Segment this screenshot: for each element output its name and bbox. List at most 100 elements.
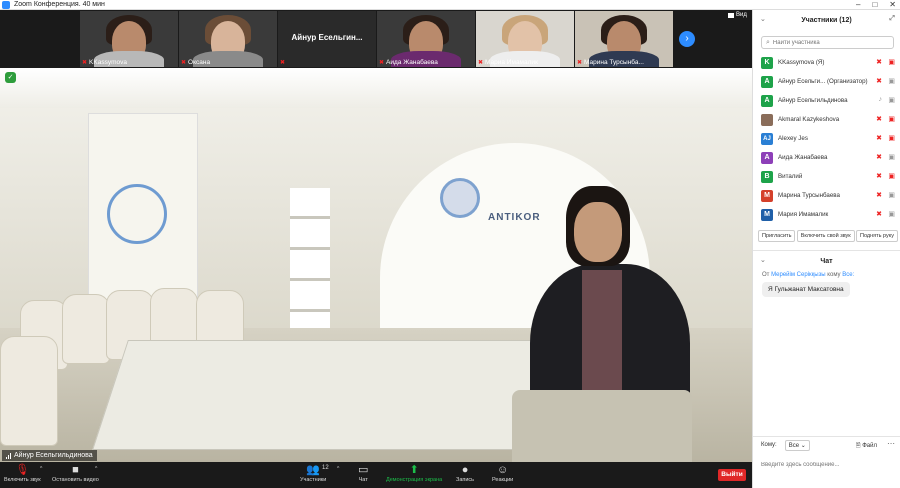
participant-search-input[interactable]	[772, 39, 883, 46]
mic-off-icon: 🎙	[15, 464, 30, 476]
file-label: Файл	[862, 443, 877, 449]
chat-button[interactable]: ▭ Чат	[358, 464, 368, 483]
participant-actions: Пригласить Включить свой звук Поднять ру…	[753, 230, 900, 242]
mic-off-icon[interactable]: ✖	[876, 115, 882, 123]
view-button[interactable]: Вид	[728, 12, 747, 18]
unmute-me-button[interactable]: Включить свой звук	[796, 230, 855, 242]
participants-caret-icon[interactable]: ^	[337, 466, 339, 472]
camera-on-icon[interactable]: ▣	[888, 153, 895, 161]
participant-row[interactable]: М Марина Турсынбаева ✖ ▣	[753, 186, 900, 205]
mic-on-icon[interactable]: ♪	[879, 96, 883, 103]
participants-count: 12	[322, 465, 329, 471]
unmute-button[interactable]: 🎙 Включить звук	[4, 464, 41, 483]
mic-off-icon: ✖	[82, 60, 88, 66]
mic-off-icon[interactable]: ✖	[876, 210, 882, 218]
recipient-select[interactable]: Все ⌄	[784, 439, 810, 451]
next-page-arrow-icon[interactable]: ›	[679, 31, 695, 47]
participant-row[interactable]: K KKassymova (Я) ✖ ▣	[753, 53, 900, 72]
window-title: Zoom Конференция. 40 мин	[14, 0, 105, 8]
camera-on-icon[interactable]: ▣	[888, 77, 895, 85]
mic-off-icon: ✖	[379, 60, 385, 66]
avatar: А	[761, 151, 773, 164]
participant-row[interactable]: А Аида Жанабаева ✖ ▣	[753, 148, 900, 167]
share-screen-icon: ⬆	[409, 464, 419, 476]
video-label: Остановить видео	[52, 477, 99, 483]
participant-thumbnail[interactable]: ✖ Мариа Имамалик	[476, 11, 574, 67]
mic-off-icon[interactable]: ✖	[876, 172, 882, 180]
participant-name: Айнур Есельги... (Организатор)	[778, 78, 868, 85]
more-icon[interactable]: ⋯	[887, 439, 895, 448]
video-options-caret-icon[interactable]: ^	[95, 466, 97, 472]
chat-to-prefix: кому	[827, 272, 841, 278]
audio-options-caret-icon[interactable]: ^	[40, 466, 42, 472]
avatar: М	[761, 189, 773, 202]
reactions-button[interactable]: ☺ Реакции	[492, 464, 513, 483]
reactions-label: Реакции	[492, 477, 514, 483]
thumbnail-name: ✖ Мариа Имамалик	[478, 59, 538, 66]
popout-icon[interactable]: ⤢	[889, 15, 895, 23]
active-speaker-label: Айнур Есельгильдинова	[2, 450, 97, 461]
camera-on-icon[interactable]: ▣	[888, 210, 895, 218]
view-label: Вид	[736, 12, 747, 18]
participant-row[interactable]: A Айнур Есельги... (Организатор) ✖ ▣	[753, 72, 900, 91]
participant-thumbnail[interactable]: ✖ Марина Турсынба...	[575, 11, 673, 67]
participant-search[interactable]: ⌕	[761, 36, 894, 49]
camera-off-icon[interactable]: ▣	[888, 115, 895, 123]
camera-on-icon[interactable]: ▣	[888, 96, 895, 104]
encryption-shield-icon[interactable]: ✓	[5, 72, 16, 83]
invite-button[interactable]: Пригласить	[758, 230, 796, 242]
chat-message: Я Гульжанат Максатовна	[762, 282, 850, 297]
record-button[interactable]: ● Запись	[456, 464, 474, 483]
to-label: Кому:	[761, 442, 777, 448]
share-screen-button[interactable]: ⬆ Демонстрация экрана	[386, 464, 442, 483]
camera-off-icon[interactable]: ▣	[888, 172, 895, 180]
chat-message-input[interactable]	[761, 462, 891, 468]
avatar: AJ	[761, 132, 773, 145]
chat-sender[interactable]: Мерейім Серікқызы	[771, 272, 826, 278]
thumbnail-display-name: Айнур Есельгин...	[291, 33, 363, 42]
participant-thumbnail[interactable]: Айнур Есельгин... ✖	[278, 11, 376, 67]
zoom-logo-icon	[2, 0, 10, 9]
participant-row[interactable]: В Виталий ✖ ▣	[753, 167, 900, 186]
camera-icon: ■	[72, 464, 79, 476]
participant-row[interactable]: AJ Alexey Jes ✖ ▣	[753, 129, 900, 148]
avatar	[761, 113, 773, 126]
person-face	[574, 202, 622, 262]
avatar: В	[761, 170, 773, 183]
participant-name: Мария Имамалик	[778, 211, 829, 218]
participant-thumbnail[interactable]: ✖ Оксана	[179, 11, 277, 67]
file-button[interactable]: 🗎 Файл	[856, 441, 877, 451]
mic-off-icon[interactable]: ✖	[876, 191, 882, 199]
video-button[interactable]: ■ Остановить видео	[52, 464, 99, 483]
collapse-chevron-icon[interactable]: ⌄	[760, 256, 766, 264]
camera-off-icon[interactable]: ▣	[888, 134, 895, 142]
participants-title: Участники (12)	[801, 16, 852, 24]
avatar: A	[761, 94, 773, 107]
minimize-icon[interactable]: –	[856, 0, 860, 10]
unmute-label: Включить звук	[4, 477, 41, 483]
maximize-icon[interactable]: □	[872, 0, 877, 10]
side-panel: ⌄ Участники (12) ⤢ ⌕ K KKassymova (Я) ✖ …	[752, 10, 900, 488]
avatar: М	[761, 208, 773, 221]
mic-off-icon[interactable]: ✖	[876, 77, 882, 85]
board-emblem	[107, 184, 167, 244]
participant-row[interactable]: A Айнур Есельгильдинова ♪ ▣	[753, 91, 900, 110]
leave-button[interactable]: Выйти	[718, 469, 746, 481]
collapse-chevron-icon[interactable]: ⌄	[760, 15, 766, 23]
participant-name: Айнур Есельгильдинова	[778, 97, 848, 104]
participants-label: Участники	[300, 477, 327, 483]
mic-off-icon[interactable]: ✖	[876, 58, 882, 66]
participant-thumbnail[interactable]: ✖ Аида Жанабаева	[377, 11, 475, 67]
mic-off-icon[interactable]: ✖	[876, 153, 882, 161]
participant-row[interactable]: Akmaral Kazykeshova ✖ ▣	[753, 110, 900, 129]
smiley-icon: ☺	[497, 464, 509, 476]
mic-off-icon: ✖	[280, 60, 286, 66]
mic-off-icon[interactable]: ✖	[876, 134, 882, 142]
participant-row[interactable]: М Мария Имамалик ✖ ▣	[753, 205, 900, 224]
camera-off-icon[interactable]: ▣	[888, 58, 895, 66]
camera-on-icon[interactable]: ▣	[888, 191, 895, 199]
participant-thumbnail[interactable]: ✖ KKassymova	[80, 11, 178, 67]
close-icon[interactable]: ✕	[889, 0, 896, 10]
chat-composer: Кому: Все ⌄ 🗎 Файл ⋯	[753, 436, 900, 488]
raise-hand-button[interactable]: Поднять руку	[856, 230, 898, 242]
